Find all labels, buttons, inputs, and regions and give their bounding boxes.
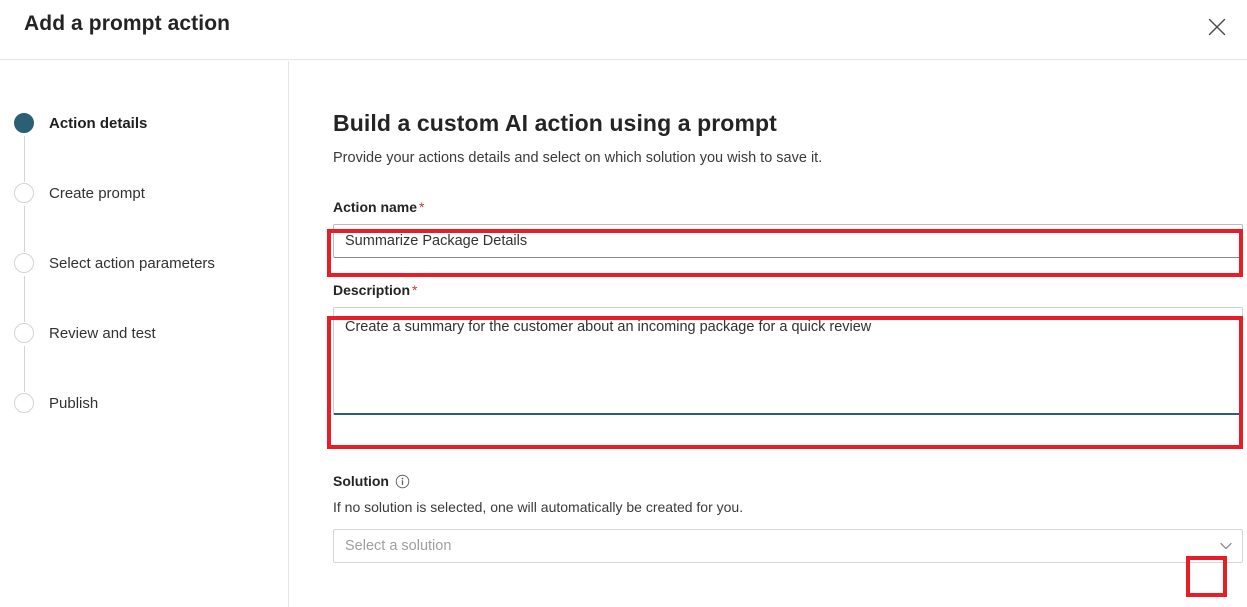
step-marker bbox=[14, 183, 36, 252]
info-icon[interactable] bbox=[395, 474, 410, 489]
description-label: Description * bbox=[333, 280, 1243, 300]
section-divider bbox=[333, 447, 1243, 448]
description-label-text: Description bbox=[333, 282, 411, 298]
step-dot-filled-icon bbox=[14, 113, 34, 133]
wizard-step-list: Action details Create prompt Select acti… bbox=[0, 113, 289, 427]
step-dot-empty-icon bbox=[14, 183, 34, 203]
wizard-step-review-and-test[interactable]: Review and test bbox=[0, 323, 289, 393]
main-panel: Build a custom AI action using a prompt … bbox=[290, 61, 1247, 607]
solution-field-block: Solution If no solution is selected, one… bbox=[333, 471, 1243, 563]
solution-label: Solution bbox=[333, 473, 389, 489]
form-content: Build a custom AI action using a prompt … bbox=[333, 108, 1243, 563]
chevron-down-icon bbox=[1220, 542, 1232, 550]
action-name-label: Action name * bbox=[333, 197, 1243, 217]
close-icon bbox=[1208, 18, 1226, 36]
page-title: Add a prompt action bbox=[24, 12, 231, 35]
solution-label-row: Solution bbox=[333, 471, 1243, 491]
step-connector-line bbox=[23, 276, 25, 322]
solution-hint-text: If no solution is selected, one will aut… bbox=[333, 499, 744, 515]
step-connector-line bbox=[23, 136, 25, 182]
close-button[interactable] bbox=[1199, 9, 1235, 45]
step-marker bbox=[14, 113, 36, 182]
required-asterisk: * bbox=[419, 199, 425, 215]
step-marker bbox=[14, 323, 36, 392]
wizard-step-action-details[interactable]: Action details bbox=[0, 113, 289, 183]
action-name-field-block: Action name * bbox=[333, 197, 1243, 258]
solution-dropdown[interactable]: Select a solution bbox=[333, 529, 1243, 563]
wizard-step-create-prompt[interactable]: Create prompt bbox=[0, 183, 289, 253]
action-name-input[interactable] bbox=[333, 224, 1243, 258]
step-dot-empty-icon bbox=[14, 393, 34, 413]
wizard-step-label: Publish bbox=[49, 395, 99, 412]
form-subheading: Provide your actions details and select … bbox=[333, 150, 823, 166]
step-dot-empty-icon bbox=[14, 323, 34, 343]
required-asterisk: * bbox=[412, 282, 418, 298]
wizard-step-label: Action details bbox=[49, 115, 148, 132]
solution-dropdown-placeholder: Select a solution bbox=[345, 538, 452, 554]
wizard-step-label: Review and test bbox=[49, 325, 156, 342]
wizard-step-label: Select action parameters bbox=[49, 255, 215, 272]
step-connector-line bbox=[23, 206, 25, 252]
form-heading: Build a custom AI action using a prompt bbox=[333, 110, 777, 136]
description-textarea[interactable] bbox=[333, 307, 1243, 415]
step-marker bbox=[14, 253, 36, 322]
wizard-rail: Action details Create prompt Select acti… bbox=[0, 61, 289, 607]
dialog-header: Add a prompt action bbox=[0, 0, 1247, 60]
wizard-step-publish[interactable]: Publish bbox=[0, 393, 289, 427]
step-marker bbox=[14, 393, 36, 415]
action-name-label-text: Action name bbox=[333, 199, 418, 215]
solution-dropdown-toggle-button[interactable] bbox=[1210, 530, 1242, 562]
step-dot-empty-icon bbox=[14, 253, 34, 273]
description-field-block: Description * bbox=[333, 280, 1243, 415]
wizard-step-select-action-parameters[interactable]: Select action parameters bbox=[0, 253, 289, 323]
wizard-step-label: Create prompt bbox=[49, 185, 145, 202]
step-connector-line bbox=[23, 346, 25, 392]
